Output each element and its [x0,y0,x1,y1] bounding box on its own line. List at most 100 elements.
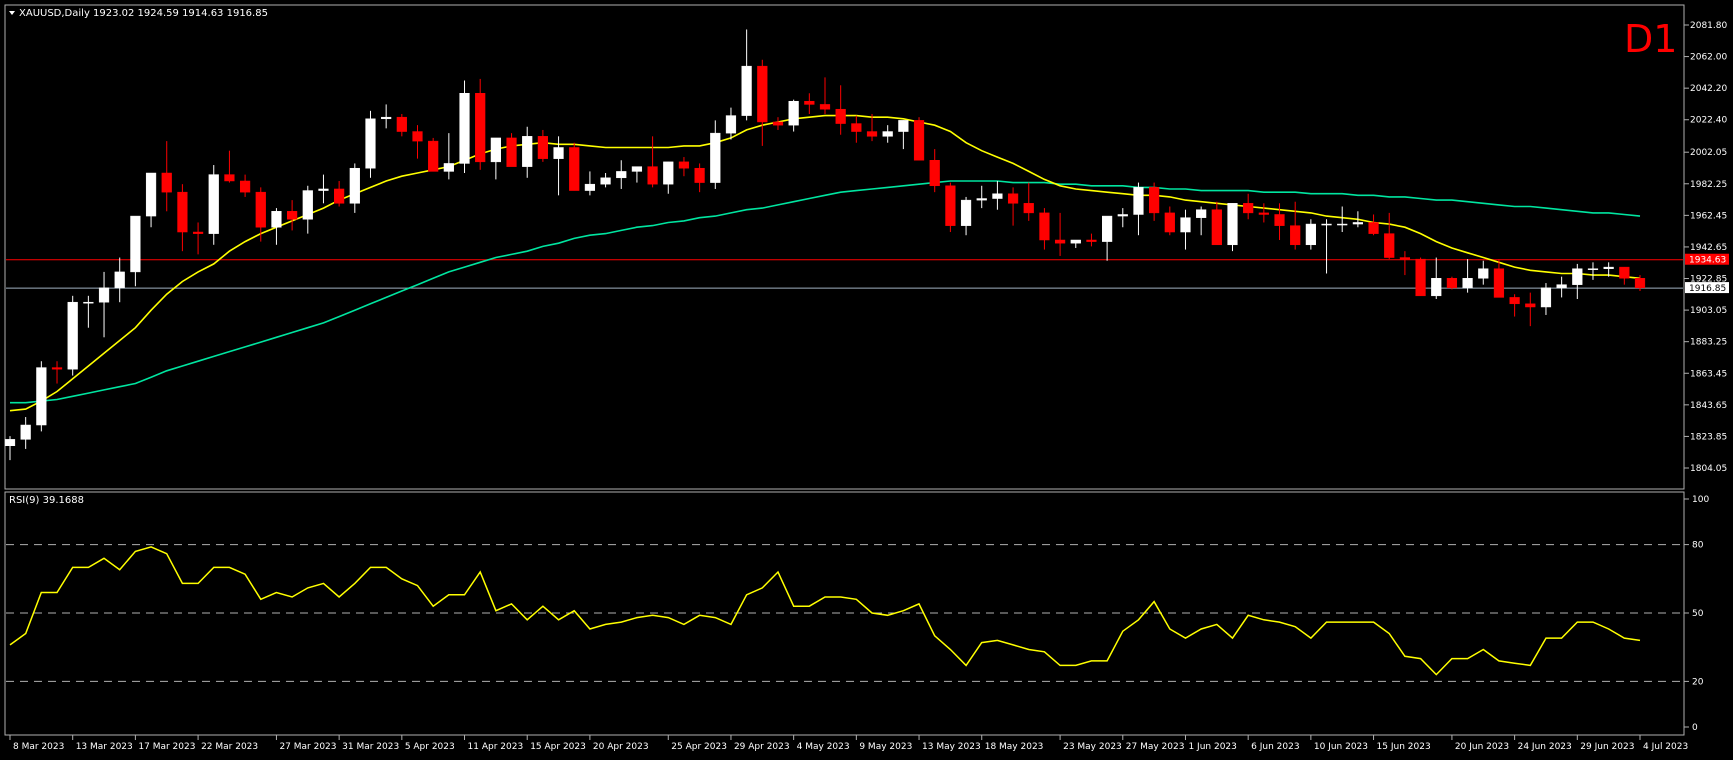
candle-body [412,131,423,142]
price-tick-label: 1962.45 [1690,211,1727,221]
candle-body [1211,209,1222,246]
candle-body [757,65,768,123]
date-label: 10 Jun 2023 [1314,742,1368,752]
candle [1415,257,1426,297]
candle-body [1070,239,1081,244]
candle [913,117,925,161]
candle-body [647,166,658,185]
candle-body [1290,225,1301,246]
candle-body [1007,193,1019,204]
candle-body [584,183,596,191]
level-price-tag: 1934.63 [1689,256,1726,266]
candle-body [192,231,204,234]
price-axis-ticks: 2081.80 2062.00 2042.20 2022.40 2002.05 1982.… [1684,21,1727,474]
candle-body [428,140,439,172]
candle-body [459,93,470,164]
price-tick-label: 1903.05 [1690,306,1727,316]
date-label: 23 May 2023 [1063,742,1122,752]
candle-body [67,301,78,370]
candle-body [616,171,627,179]
candle-body [287,211,298,220]
candle-body [1258,212,1269,215]
candle-body [475,93,486,163]
rsi-label: RSI(9) 39.1688 [9,495,84,506]
candle-body [945,185,956,226]
candle-body [334,188,345,204]
date-label: 4 May 2023 [797,742,850,752]
date-label: 17 Mar 2023 [138,742,195,752]
candle-body [1133,187,1144,215]
candle [1305,219,1316,250]
candle-body [1634,278,1646,289]
date-label: 20 Apr 2023 [593,742,649,752]
price-tick-label: 1823.85 [1690,432,1727,442]
candle [428,137,439,172]
candle-body [36,367,47,426]
price-tick-label: 1883.25 [1690,338,1727,348]
candle-body [976,198,987,201]
date-label: 8 Mar 2023 [13,742,64,752]
chart-window: 2081.80 2062.00 2042.20 2022.40 2002.05 1982.… [0,0,1733,756]
date-label: 29 Apr 2023 [734,742,790,752]
candle-body [1540,287,1552,308]
candle [365,110,376,178]
price-tick-label: 2002.05 [1690,148,1727,158]
price-tick-label: 2062.00 [1690,53,1727,63]
date-label: 11 Apr 2023 [468,742,524,752]
price-tick-label: 1942.65 [1690,243,1727,253]
candle-body [161,172,172,193]
candle-body [678,161,690,169]
candle-body [772,121,784,126]
candle-body [1446,278,1458,289]
candle-body [1493,268,1505,298]
ohlc-values: 1923.02 1924.59 1914.63 1916.85 [93,8,268,19]
candle-body [819,104,831,110]
candle-body [882,131,893,137]
date-label: 15 Jun 2023 [1377,742,1431,752]
candle-body [1023,203,1034,214]
candle-body [913,120,925,161]
candle-body [396,116,407,132]
price-tick-label: 1982.25 [1690,180,1727,190]
price-tick-label: 2081.80 [1690,21,1727,31]
candle-body [255,191,266,228]
candle-body [1415,258,1426,297]
date-label: 27 May 2023 [1126,742,1185,752]
candle [36,361,47,432]
candle-body [443,163,454,172]
rsi-tick-label: 20 [1692,677,1704,687]
candle-body [1274,214,1285,226]
candle-body [365,118,376,169]
candle-body [1149,187,1160,214]
price-tick-label: 1863.45 [1690,369,1727,379]
date-label: 4 Jul 2023 [1643,742,1688,752]
candle-body [1102,215,1113,242]
candle-body [239,180,251,193]
date-label: 29 Jun 2023 [1580,742,1634,752]
candle-body [145,172,157,217]
candle-body [741,65,752,116]
candle-body [1509,297,1520,305]
date-label: 13 May 2023 [922,742,981,752]
date-label: 15 Apr 2023 [530,742,586,752]
candle-body [631,166,643,172]
candle [1446,276,1458,290]
candle-body [1384,233,1395,258]
chart-canvas: 2081.80 2062.00 2042.20 2022.40 2002.05 1982.… [0,0,1733,756]
candle-body [1587,268,1599,270]
rsi-tick-label: 100 [1692,495,1709,505]
date-label: 31 Mar 2023 [342,742,399,752]
date-label: 24 Jun 2023 [1518,742,1572,752]
candle-body [537,136,548,159]
rsi-tick-label: 0 [1692,723,1698,733]
candle-body [177,191,188,233]
candle-body [788,100,799,126]
date-label: 25 Apr 2023 [671,742,727,752]
symbol-label: XAUUSD,Daily [19,8,90,19]
candle-body [1305,223,1316,246]
candle-body [1478,268,1489,279]
date-label: 27 Mar 2023 [279,742,336,752]
price-tick-label: 1843.65 [1690,401,1727,411]
date-label: 13 Mar 2023 [76,742,133,752]
candle-body [898,120,909,132]
